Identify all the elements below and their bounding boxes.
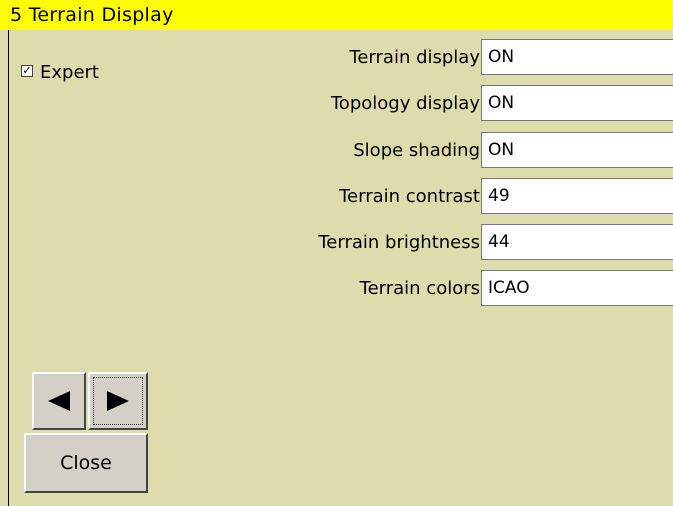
arrow-left-icon (48, 391, 70, 411)
setting-value-terrain-colors[interactable]: ICAO (481, 270, 673, 306)
setting-value-terrain-brightness[interactable]: 44 (481, 224, 673, 260)
setting-row-terrain-colors: Terrain colors ICAO (0, 270, 673, 308)
setting-label: Terrain colors (359, 278, 480, 299)
title-bar: 5 Terrain Display (0, 0, 673, 30)
setting-label: Slope shading (353, 140, 480, 161)
setting-row-topology-display: Topology display ON (0, 85, 673, 123)
close-button[interactable]: Close (24, 433, 148, 493)
setting-row-slope-shading: Slope shading ON (0, 132, 673, 170)
close-button-label: Close (60, 452, 112, 474)
setting-label: Terrain display (349, 47, 480, 68)
setting-label: Topology display (330, 93, 480, 114)
setting-label: Terrain brightness (318, 232, 480, 253)
dialog-title: 5 Terrain Display (10, 4, 174, 26)
setting-row-terrain-display: Terrain display ON (0, 39, 673, 77)
setting-row-terrain-brightness: Terrain brightness 44 (0, 224, 673, 262)
setting-value-slope-shading[interactable]: ON (481, 132, 673, 168)
setting-row-terrain-contrast: Terrain contrast 49 (0, 178, 673, 216)
setting-label: Terrain contrast (339, 186, 480, 207)
setting-value-topology-display[interactable]: ON (481, 85, 673, 121)
next-page-button[interactable] (88, 372, 148, 430)
setting-value-terrain-display[interactable]: ON (481, 39, 673, 75)
arrow-right-icon (107, 391, 129, 411)
setting-value-terrain-contrast[interactable]: 49 (481, 178, 673, 214)
previous-page-button[interactable] (32, 372, 86, 430)
